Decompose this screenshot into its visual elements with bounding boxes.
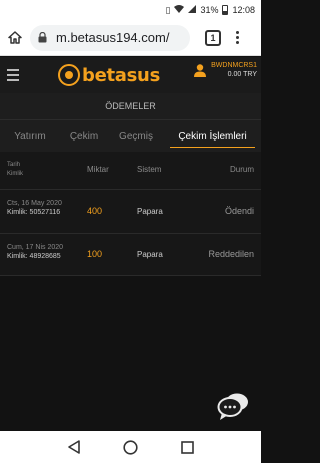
clock: 12:08 xyxy=(232,5,255,15)
table-header: Tarih Kimlik Miktar Sistem Durum xyxy=(0,152,261,190)
address-bar[interactable]: m.betasus194.com/ xyxy=(30,24,190,51)
header-amount: Miktar xyxy=(87,165,109,174)
withdrawals-table: Tarih Kimlik Miktar Sistem Durum Cts, 16… xyxy=(0,152,261,276)
back-icon[interactable] xyxy=(67,440,81,454)
logo[interactable]: betasus xyxy=(58,64,160,86)
tab-cekim[interactable]: Çekim xyxy=(60,120,108,152)
chat-icon xyxy=(217,393,248,420)
vibrate-icon: ▯ xyxy=(165,4,171,15)
battery-percent: 31% xyxy=(200,5,219,15)
home-icon xyxy=(8,31,22,44)
row-date: Cts, 16 May 2020 xyxy=(7,200,62,207)
site-header: betasus BWDNMCRS1 0.00 TRY xyxy=(0,57,261,93)
lock-icon xyxy=(38,32,52,43)
row-status: Reddedilen xyxy=(208,249,254,259)
row-id: Kimlik: 48928685 xyxy=(7,253,61,260)
wifi-icon xyxy=(174,5,185,15)
page-title: ÖDEMELER xyxy=(0,93,261,120)
tab-cekim-islemleri[interactable]: Çekim İşlemleri xyxy=(164,120,261,152)
row-amount: 100 xyxy=(87,249,103,259)
user-account[interactable]: BWDNMCRS1 0.00 TRY xyxy=(193,62,257,78)
recent-apps-icon[interactable] xyxy=(181,440,194,454)
hamburger-menu-icon[interactable] xyxy=(7,69,19,81)
header-id: Kimlik xyxy=(7,171,23,177)
logo-mark-icon xyxy=(58,64,80,86)
android-nav-bar xyxy=(0,431,261,463)
username: BWDNMCRS1 xyxy=(211,62,257,69)
battery-icon xyxy=(222,5,229,15)
live-chat-button[interactable] xyxy=(216,391,250,421)
row-status: Ödendi xyxy=(224,206,254,216)
tab-yatirim[interactable]: Yatırım xyxy=(0,120,60,152)
url-text: m.betasus194.com/ xyxy=(56,30,170,45)
row-id: Kimlik: 50527116 xyxy=(7,209,61,216)
browser-menu-button[interactable] xyxy=(236,31,239,44)
header-date: Tarih xyxy=(7,162,21,168)
header-system: Sistem xyxy=(137,165,162,174)
user-icon xyxy=(194,64,207,77)
home-button[interactable] xyxy=(0,31,30,44)
tab-switcher-button[interactable]: 1 xyxy=(205,29,221,46)
browser-toolbar: m.betasus194.com/ 1 xyxy=(0,20,261,56)
logo-text: betasus xyxy=(82,64,160,86)
tab-gecmis[interactable]: Geçmiş xyxy=(108,120,164,152)
table-row[interactable]: Cum, 17 Nis 2020 Kimlik: 48928685 100 Pa… xyxy=(0,234,261,276)
home-circle-icon[interactable] xyxy=(123,439,139,455)
table-row[interactable]: Cts, 16 May 2020 Kimlik: 50527116 400 Pa… xyxy=(0,190,261,234)
row-date: Cum, 17 Nis 2020 xyxy=(7,244,64,251)
payment-tabs: Yatırım Çekim Geçmiş Çekim İşlemleri xyxy=(0,120,261,152)
signal-icon xyxy=(188,5,197,15)
header-status: Durum xyxy=(229,165,254,174)
balance: 0.00 TRY xyxy=(227,71,257,78)
status-bar: ▯ 31% 12:08 xyxy=(0,0,261,20)
row-system: Papara xyxy=(137,250,163,259)
row-system: Papara xyxy=(137,207,163,216)
row-amount: 400 xyxy=(87,206,103,216)
